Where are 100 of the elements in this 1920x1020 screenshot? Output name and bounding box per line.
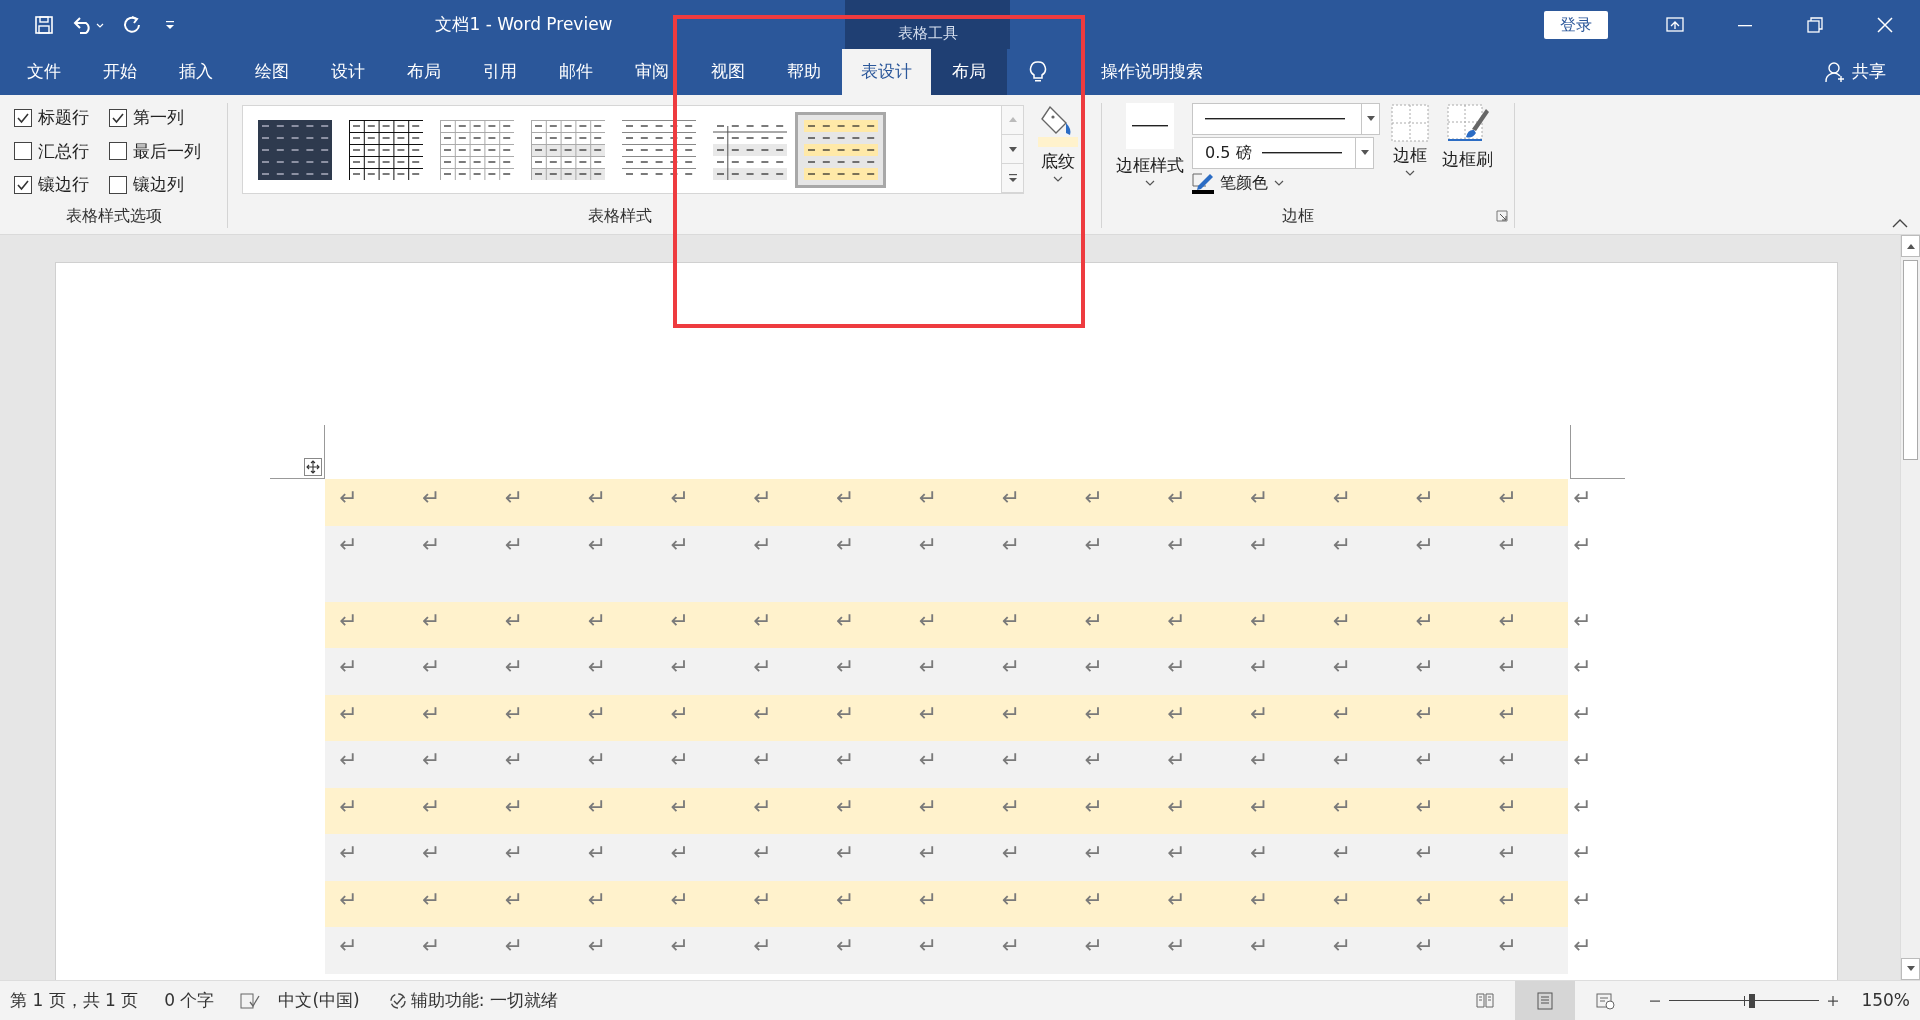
sign-in-button[interactable]: 登录	[1544, 10, 1608, 39]
dropdown-arrow-icon[interactable]	[1366, 116, 1375, 122]
cell-mark: ↵	[835, 840, 855, 865]
cell-mark: ↵	[918, 793, 937, 819]
word-count[interactable]: 0 个字	[164, 987, 215, 1014]
row-end-mark: ↵	[1573, 840, 1592, 867]
line-sample-icon	[1261, 151, 1342, 155]
share-button[interactable]: 共享	[1852, 59, 1886, 85]
cell-mark: ↵	[1166, 886, 1186, 912]
cell-mark: ↵	[835, 607, 855, 633]
undo-icon[interactable]	[71, 14, 105, 35]
cell-mark: ↵	[1498, 793, 1517, 819]
cell-mark: ↵	[1249, 747, 1269, 772]
cell-mark: ↵	[1001, 654, 1020, 679]
ribbon-tab[interactable]: 表设计	[842, 49, 931, 95]
cell-mark: ↵	[1415, 747, 1434, 772]
group-label: 表格样式	[586, 205, 653, 227]
line-style-dropdown[interactable]	[1192, 103, 1380, 135]
cell-mark: ↵	[504, 933, 524, 958]
style-option-checkbox[interactable]: 第一列	[109, 105, 219, 131]
ribbon-display-icon[interactable]	[1665, 14, 1685, 35]
web-layout-icon[interactable]	[1595, 990, 1616, 1011]
scrollbar-thumb[interactable]	[1903, 260, 1918, 460]
cell-mark: ↵	[1249, 654, 1269, 679]
ribbon-tab[interactable]: 邮件	[538, 49, 614, 95]
ribbon-tab[interactable]: 插入	[158, 49, 234, 95]
cell-mark: ↵	[1001, 747, 1020, 772]
ribbon-tab[interactable]: 布局	[931, 49, 1007, 95]
redo-icon[interactable]	[122, 14, 142, 35]
ribbon-tab[interactable]: 文件	[6, 49, 82, 95]
zoom-in-icon[interactable]	[1827, 994, 1840, 1007]
ribbon-tab[interactable]: 布局	[386, 49, 462, 95]
border-styles-button[interactable]: 边框样式	[1116, 153, 1184, 179]
style-option-checkbox[interactable]: 镶边列	[109, 172, 219, 198]
pen-color-button[interactable]: 笔颜色	[1220, 171, 1268, 195]
cell-mark: ↵	[1415, 531, 1434, 557]
cell-mark: ↵	[753, 793, 772, 819]
ribbon-tab[interactable]: 视图	[690, 49, 766, 95]
lightbulb-icon	[1029, 60, 1047, 84]
cell-mark: ↵	[1166, 700, 1186, 726]
close-icon[interactable]	[1875, 14, 1895, 35]
style-option-checkbox[interactable]: 镶边行	[14, 172, 109, 198]
cell-mark: ↵	[1498, 933, 1517, 958]
ribbon-tab[interactable]: 引用	[462, 49, 538, 95]
cell-mark: ↵	[918, 933, 937, 958]
cell-mark: ↵	[1001, 485, 1020, 510]
borders-button[interactable]: 边框	[1393, 143, 1427, 169]
ribbon-tab[interactable]: 开始	[82, 49, 158, 95]
table-move-handle-icon[interactable]	[304, 458, 322, 476]
cell-mark: ↵	[587, 607, 606, 633]
cell-mark: ↵	[1166, 793, 1186, 819]
cell-mark: ↵	[587, 485, 606, 510]
shading-button[interactable]: 底纹	[1041, 149, 1075, 175]
ribbon-tab[interactable]: 审阅	[614, 49, 690, 95]
page-count[interactable]: 第 1 页，共 1 页	[10, 987, 139, 1014]
cell-mark: ↵	[421, 840, 441, 865]
cell-mark: ↵	[918, 654, 937, 679]
zoom-level[interactable]: 150%	[1861, 987, 1910, 1014]
border-painter-button[interactable]: 边框刷	[1442, 147, 1493, 173]
dropdown-arrow-icon[interactable]	[1360, 150, 1369, 156]
cell-mark: ↵	[1084, 886, 1103, 912]
ribbon-tab[interactable]: 帮助	[766, 49, 842, 95]
cell-mark: ↵	[1166, 531, 1186, 557]
cell-mark: ↵	[670, 531, 689, 557]
restore-icon[interactable]	[1805, 14, 1825, 35]
cell-mark: ↵	[1001, 933, 1020, 958]
cell-mark: ↵	[1166, 933, 1186, 958]
cell-mark: ↵	[504, 840, 524, 865]
slider-thumb[interactable]	[1748, 993, 1755, 1008]
style-option-checkbox[interactable]: 标题行	[14, 105, 109, 131]
cell-mark: ↵	[1084, 793, 1103, 819]
accessibility-icon[interactable]	[387, 990, 408, 1011]
cell-mark: ↵	[918, 700, 937, 726]
style-option-checkbox[interactable]: 最后一列	[109, 138, 219, 164]
save-icon[interactable]	[34, 14, 54, 35]
dialog-launcher-icon[interactable]	[1496, 210, 1508, 222]
cell-mark: ↵	[587, 654, 606, 679]
more-icon[interactable]	[1006, 172, 1019, 184]
scroll-down-icon[interactable]	[1905, 965, 1916, 973]
style-option-checkbox[interactable]: 汇总行	[14, 138, 109, 164]
cell-mark: ↵	[670, 933, 689, 958]
customize-icon[interactable]	[164, 18, 176, 31]
language-status[interactable]: 中文(中国)	[278, 987, 360, 1014]
ribbon-tab[interactable]: 绘图	[234, 49, 310, 95]
window-title: 文档1 - Word Preview	[434, 12, 614, 36]
cell-mark: ↵	[1332, 886, 1351, 912]
scroll-up-icon[interactable]	[1905, 242, 1916, 250]
ribbon-tab[interactable]: 设计	[310, 49, 386, 95]
line-weight-dropdown[interactable]: 0.5 磅	[1192, 137, 1374, 169]
cell-mark: ↵	[835, 531, 855, 557]
collapse-ribbon-icon[interactable]	[1892, 217, 1908, 228]
search-prompt[interactable]: 操作说明搜索	[1101, 59, 1203, 85]
vertical-scrollbar[interactable]	[1900, 235, 1920, 980]
cell-mark: ↵	[421, 700, 441, 726]
proofing-icon[interactable]	[240, 991, 261, 1010]
cell-mark: ↵	[587, 531, 606, 557]
cell-mark: ↵	[1332, 747, 1351, 772]
row-end-mark: ↵	[1573, 485, 1592, 512]
accessibility-status[interactable]: 辅助功能: 一切就绪	[410, 987, 558, 1014]
cell-mark: ↵	[339, 793, 358, 819]
